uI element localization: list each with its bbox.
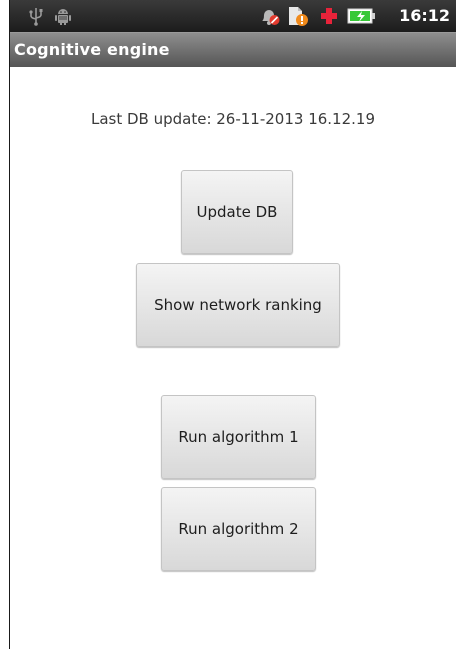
usb-icon	[29, 8, 43, 26]
medical-cross-icon	[321, 8, 337, 24]
screen: 16:12 Cognitive engine Last DB update: 2…	[0, 0, 456, 649]
last-update-text: Last DB update: 26-11-2013 16.12.19	[90, 110, 376, 128]
download-alert-icon	[289, 7, 308, 26]
update-db-button[interactable]: Update DB	[181, 170, 293, 254]
status-bar: 16:12	[10, 0, 456, 32]
run-algorithm-2-button[interactable]: Run algorithm 2	[161, 487, 316, 571]
alarm-off-icon	[262, 10, 280, 25]
android-debug-icon	[55, 9, 71, 25]
battery-charging-icon	[347, 8, 375, 24]
device-screen: 16:12 Cognitive engine Last DB update: 2…	[10, 0, 456, 649]
frame-left	[0, 0, 9, 649]
title-bar: Cognitive engine	[10, 32, 456, 67]
show-network-ranking-button[interactable]: Show network ranking	[136, 263, 340, 347]
status-time: 16:12	[399, 6, 450, 25]
run-algorithm-1-button[interactable]: Run algorithm 1	[161, 395, 316, 479]
app-title: Cognitive engine	[14, 40, 170, 59]
